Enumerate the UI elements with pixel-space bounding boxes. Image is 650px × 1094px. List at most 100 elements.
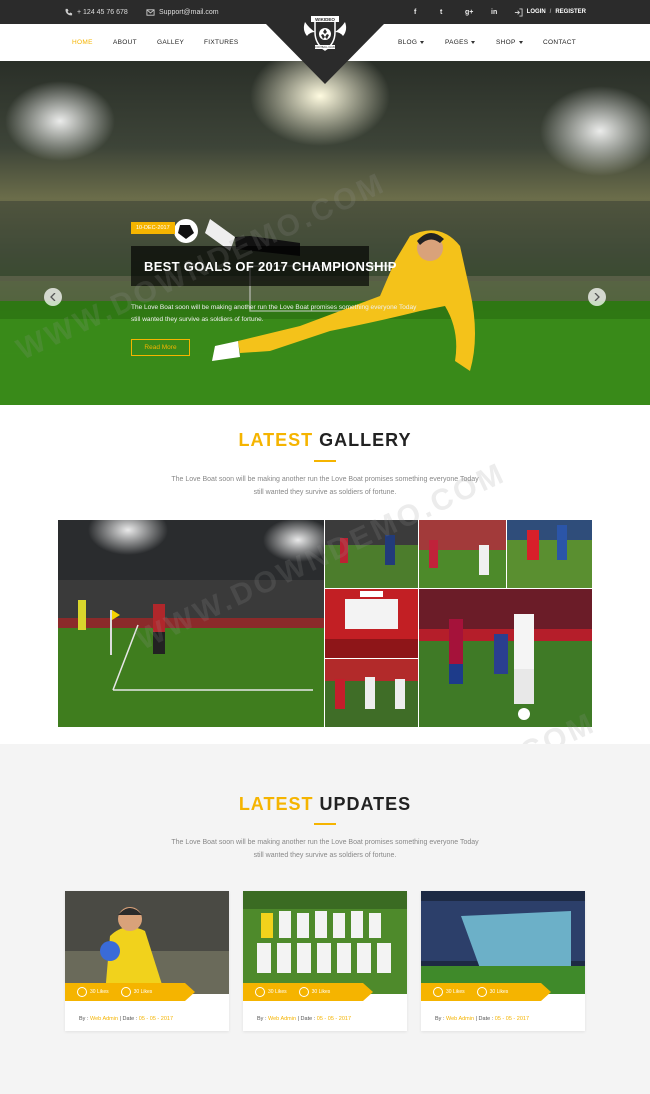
hero-title-box: BEST GOALS OF 2017 CHAMPIONSHIP [131, 246, 396, 286]
register-link[interactable]: REGISTER [555, 9, 586, 15]
twitter-link[interactable]: t [440, 0, 442, 24]
card-meta: By : Web Admin | Date : 05 - 05 - 2017 [257, 1016, 352, 1022]
nav-item-pages[interactable]: PAGES [445, 24, 476, 61]
gallery-image-match[interactable] [419, 520, 506, 588]
auth-separator: / [549, 9, 552, 15]
gallery-heading-underline [314, 460, 336, 462]
likes-stat[interactable]: 30 Likes [433, 987, 465, 997]
googleplus-icon[interactable]: g+ [465, 9, 473, 16]
comments-stat[interactable]: 30 Likes [298, 987, 331, 997]
card-stats-ribbon: 30 Likes 30 Likes [421, 983, 551, 1001]
googleplus-link[interactable]: g+ [465, 0, 473, 24]
author-link[interactable]: Web Admin [446, 1016, 474, 1022]
post-date: 05 - 05 - 2017 [494, 1016, 530, 1022]
facebook-link[interactable]: f [414, 0, 416, 24]
email-address[interactable]: Support@mail.com [159, 9, 219, 16]
gallery-photo [325, 659, 418, 727]
logo-subtext: FOOTBALL CLUB [315, 46, 335, 49]
chevron-left-icon [50, 293, 56, 301]
post-date: 05 - 05 - 2017 [316, 1016, 352, 1022]
nav-item-galley[interactable]: GALLEY [157, 24, 184, 61]
date-label: Date : [300, 1016, 316, 1022]
phone-number: + 124 45 76 678 [77, 8, 128, 16]
comments-stat[interactable]: 30 Likes [120, 987, 152, 997]
linkedin-link[interactable]: in [491, 0, 497, 24]
card-meta: By : Web Admin | Date : 05 - 05 - 2017 [79, 1016, 174, 1022]
facebook-icon[interactable]: f [414, 9, 416, 16]
gallery-heading-rest: GALLERY [313, 430, 412, 450]
slider-prev-button[interactable] [44, 288, 62, 306]
date-label: Date : [478, 1016, 494, 1022]
hero-slider: 10-DEC-2017 BEST GOALS OF 2017 CHAMPIONS… [0, 61, 650, 405]
nav-item-contact[interactable]: CONTACT [543, 24, 576, 61]
mail-icon [146, 8, 155, 16]
chevron-down-icon [420, 41, 425, 44]
gallery-heading-accent: LATEST [238, 430, 314, 450]
author-link[interactable]: Web Admin [268, 1016, 296, 1022]
update-card[interactable]: 30 Likes 30 Likes By : Web Admin | Date … [65, 891, 229, 1031]
updates-heading-rest: UPDATES [313, 794, 412, 814]
comments-count: 30 Likes [311, 989, 331, 995]
updates-heading-accent: LATEST [238, 794, 314, 814]
likes-count: 30 Likes [446, 989, 465, 995]
phone-icon [65, 8, 73, 15]
card-image[interactable] [243, 891, 407, 994]
club-logo[interactable]: WIKIDEO FOOTBALL CLUB [301, 12, 349, 54]
stadium-photo [421, 891, 585, 994]
heart-icon [77, 987, 87, 997]
goalkeeper-photo [65, 891, 229, 994]
comments-stat[interactable]: 30 Likes [476, 987, 508, 997]
comment-icon [298, 987, 309, 997]
heart-icon [433, 987, 443, 997]
update-card[interactable]: 30 Likes 30 Likes By : Web Admin | Date … [421, 891, 585, 1031]
nav-label-blog: BLOG [398, 39, 418, 46]
email-contact[interactable]: Support@mail.com [146, 0, 219, 24]
gallery-image-team[interactable] [325, 659, 418, 727]
logo-text: WIKIDEO [315, 17, 335, 22]
auth-links: LOGIN / REGISTER [514, 0, 586, 24]
hero-date-badge: 10-DEC-2017 [131, 222, 175, 234]
by-label: By : [79, 1016, 89, 1022]
gallery-photo [507, 520, 592, 588]
post-date: 05 - 05 - 2017 [138, 1016, 174, 1022]
card-image[interactable] [421, 891, 585, 994]
updates-description: The Love Boat soon will be making anothe… [171, 839, 479, 859]
gallery-photo [419, 589, 592, 727]
gallery-description: The Love Boat soon will be making anothe… [171, 476, 479, 496]
gallery-grid [58, 520, 592, 727]
comment-icon [120, 987, 131, 997]
date-label: Date : [122, 1016, 138, 1022]
gallery-photo [325, 589, 418, 658]
gallery-image-dressing-room[interactable] [325, 589, 418, 658]
likes-count: 30 Likes [90, 989, 109, 995]
heart-icon [255, 987, 265, 997]
updates-heading-underline [314, 823, 336, 825]
linkedin-icon[interactable]: in [491, 9, 497, 16]
slider-next-button[interactable] [588, 288, 606, 306]
nav-item-home[interactable]: HOME [72, 24, 93, 61]
gallery-image-stadium[interactable] [58, 520, 324, 727]
gallery-photo [325, 520, 418, 588]
gallery-image-tackle[interactable] [507, 520, 592, 588]
card-image[interactable] [65, 891, 229, 994]
login-link[interactable]: LOGIN [527, 9, 546, 15]
gallery-image-players[interactable] [325, 520, 418, 588]
nav-item-blog[interactable]: BLOG [398, 24, 425, 61]
nav-item-about[interactable]: ABOUT [113, 24, 137, 61]
stadium-background [0, 61, 650, 405]
likes-stat[interactable]: 30 Likes [77, 987, 109, 997]
hero-title: BEST GOALS OF 2017 CHAMPIONSHIP [144, 258, 397, 274]
update-card[interactable]: 30 Likes 30 Likes By : Web Admin | Date … [243, 891, 407, 1031]
nav-item-fixtures[interactable]: FIXTURES [204, 24, 239, 61]
read-more-button[interactable]: Read More [131, 339, 190, 356]
nav-item-shop[interactable]: SHOP [496, 24, 523, 61]
author-link[interactable]: Web Admin [90, 1016, 118, 1022]
likes-stat[interactable]: 30 Likes [255, 987, 287, 997]
comment-icon [476, 987, 487, 997]
card-meta: By : Web Admin | Date : 05 - 05 - 2017 [435, 1016, 530, 1022]
gallery-heading: LATEST GALLERY [0, 430, 650, 451]
gallery-image-dribble[interactable] [419, 589, 592, 727]
twitter-icon[interactable]: t [440, 9, 442, 16]
by-label: By : [435, 1016, 445, 1022]
team-photo [243, 891, 407, 994]
